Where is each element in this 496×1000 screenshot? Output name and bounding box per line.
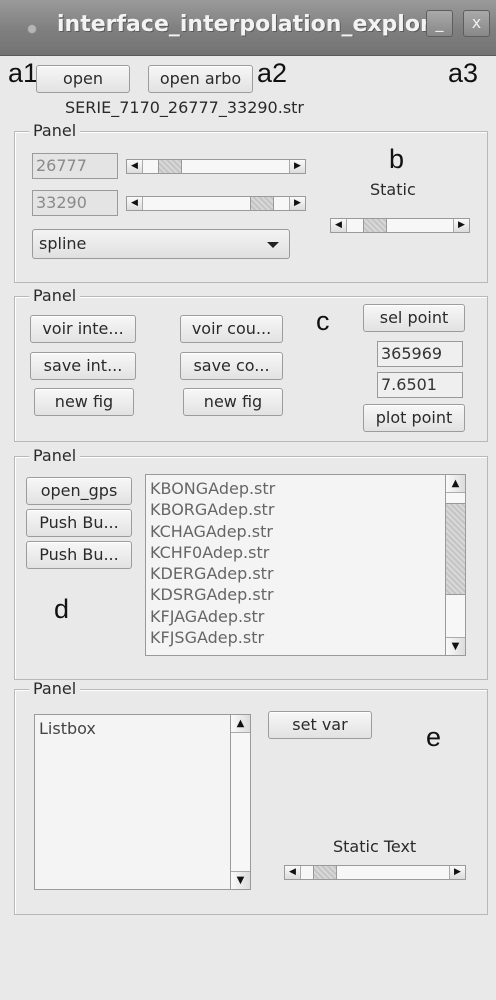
- voir-cou-button[interactable]: voir cou...: [180, 315, 283, 343]
- app-window: interface_interpolation_explor _ x a1 op…: [0, 0, 496, 1000]
- panel-title: Panel: [29, 680, 81, 698]
- annotation-c: c: [316, 306, 330, 336]
- open-gps-button[interactable]: open_gps: [26, 477, 132, 505]
- push-button-1[interactable]: Push Bu...: [26, 509, 132, 537]
- method-select-value: spline: [39, 234, 87, 253]
- arrow-left-icon[interactable]: ◀: [127, 160, 143, 173]
- annotation-b: b: [389, 144, 405, 174]
- voir-inte-button[interactable]: voir inte...: [30, 315, 136, 343]
- push-button-2[interactable]: Push Bu...: [26, 541, 132, 569]
- minimize-button[interactable]: _: [426, 10, 453, 37]
- save-int-button[interactable]: save int...: [30, 352, 136, 380]
- scrollbar-thumb[interactable]: [446, 503, 465, 595]
- open-button[interactable]: open: [36, 65, 130, 93]
- annotation-d: d: [54, 594, 70, 624]
- open-arbo-button[interactable]: open arbo: [148, 65, 253, 93]
- file-name-text: SERIE_7170_26777_33290.str: [65, 98, 304, 117]
- slider-4[interactable]: ◀ ▶: [284, 865, 466, 880]
- list-item[interactable]: KBONGAdep.str: [146, 478, 465, 499]
- slider-thumb[interactable]: [250, 197, 275, 210]
- value-field-2[interactable]: 33290: [32, 190, 118, 216]
- list-item[interactable]: KFJSGAdep.str: [146, 627, 465, 648]
- slider-thumb[interactable]: [313, 866, 338, 879]
- gps-file-list[interactable]: KBONGAdep.str KBORGAdep.str KCHAGAdep.str K…: [145, 474, 466, 656]
- new-fig-button-1[interactable]: new fig: [34, 388, 134, 416]
- panel-title: Panel: [29, 122, 81, 140]
- annotation-e: e: [426, 722, 442, 752]
- annotation-a1: a1: [8, 58, 39, 88]
- new-fig-button-2[interactable]: new fig: [183, 388, 283, 416]
- close-button[interactable]: x: [463, 10, 490, 37]
- plot-point-button[interactable]: plot point: [363, 404, 465, 432]
- list-item[interactable]: KBORGAdep.str: [146, 499, 465, 520]
- chevron-down-icon: [267, 242, 279, 248]
- window-menu-icon[interactable]: [27, 24, 37, 34]
- arrow-right-icon[interactable]: ▶: [289, 160, 305, 173]
- arrow-down-icon[interactable]: ▼: [446, 637, 465, 655]
- value-field-1[interactable]: 26777: [32, 153, 118, 179]
- set-var-button[interactable]: set var: [268, 711, 372, 739]
- slider-2[interactable]: ◀ ▶: [126, 196, 306, 211]
- vertical-scrollbar[interactable]: ▲ ▼: [230, 715, 250, 889]
- slider-thumb[interactable]: [363, 219, 388, 232]
- method-select[interactable]: spline: [32, 229, 290, 259]
- list-item[interactable]: KFJAGAdep.str: [146, 606, 465, 627]
- arrow-down-icon[interactable]: ▼: [231, 871, 250, 889]
- arrow-left-icon[interactable]: ◀: [127, 197, 143, 210]
- list-item[interactable]: KCHAGAdep.str: [146, 521, 465, 542]
- gps-file-items: KBONGAdep.str KBORGAdep.str KCHAGAdep.str K…: [146, 475, 465, 648]
- arrow-up-icon[interactable]: ▲: [231, 715, 250, 733]
- panel-title: Panel: [29, 287, 81, 305]
- variable-list[interactable]: Listbox ▲ ▼: [34, 714, 251, 890]
- arrow-right-icon[interactable]: ▶: [449, 866, 465, 879]
- list-item[interactable]: KCHF0Adep.str: [146, 542, 465, 563]
- static-text-label: Static Text: [333, 837, 417, 856]
- vertical-scrollbar[interactable]: ▲ ▼: [445, 475, 465, 655]
- point-value-field-1[interactable]: 365969: [377, 341, 463, 367]
- arrow-right-icon[interactable]: ▶: [289, 197, 305, 210]
- slider-thumb[interactable]: [157, 160, 182, 173]
- panel-title: Panel: [29, 447, 81, 465]
- list-item[interactable]: KDERGAdep.str: [146, 563, 465, 584]
- title-bar[interactable]: interface_interpolation_explor _ x: [0, 0, 496, 56]
- annotation-a3: a3: [448, 58, 479, 88]
- slider-1[interactable]: ◀ ▶: [126, 159, 306, 174]
- save-co-button[interactable]: save co...: [180, 352, 283, 380]
- static-label: Static: [370, 180, 416, 199]
- point-value-field-2[interactable]: 7.6501: [377, 372, 463, 398]
- arrow-right-icon[interactable]: ▶: [453, 219, 469, 232]
- list-item[interactable]: KDSRGAdep.str: [146, 584, 465, 605]
- window-title: interface_interpolation_explor: [57, 12, 427, 37]
- variable-list-items: Listbox: [35, 715, 250, 739]
- arrow-left-icon[interactable]: ◀: [331, 219, 347, 232]
- arrow-up-icon[interactable]: ▲: [446, 475, 465, 493]
- sel-point-button[interactable]: sel point: [363, 304, 465, 332]
- slider-3[interactable]: ◀ ▶: [330, 218, 470, 233]
- arrow-left-icon[interactable]: ◀: [285, 866, 301, 879]
- list-item[interactable]: Listbox: [35, 718, 250, 739]
- annotation-a2: a2: [257, 58, 288, 88]
